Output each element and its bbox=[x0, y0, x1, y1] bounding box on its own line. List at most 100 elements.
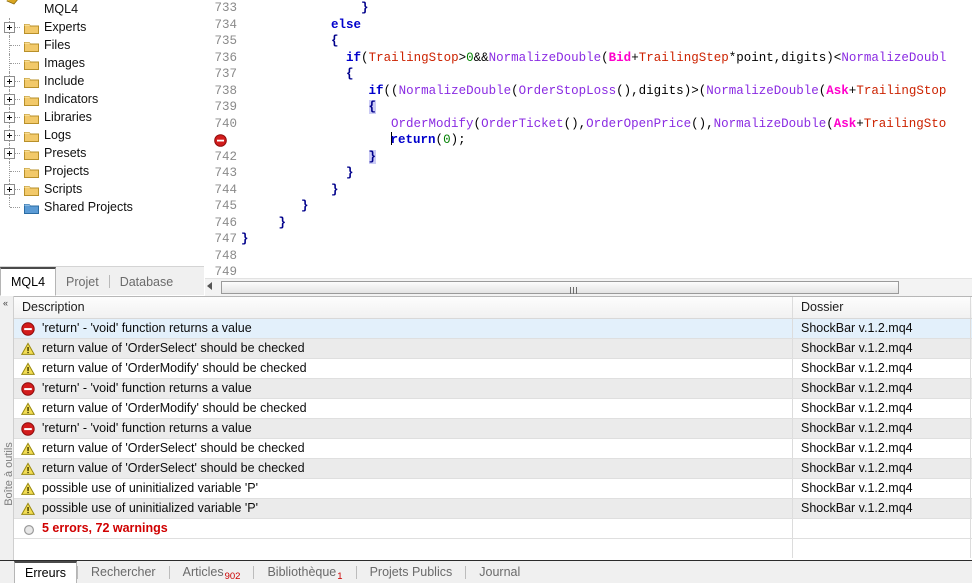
expand-plus-icon[interactable] bbox=[4, 22, 15, 33]
error-list-row[interactable]: return value of 'OrderSelect' should be … bbox=[14, 459, 972, 479]
toolbox-rail[interactable]: « Boîte à outils bbox=[0, 296, 14, 583]
code-line-text: } bbox=[241, 231, 249, 248]
tree-item-images[interactable]: Images bbox=[0, 54, 204, 72]
code-line[interactable]: 740 OrderModify(OrderTicket(),OrderOpenP… bbox=[205, 116, 972, 133]
toolbox-tab-articles[interactable]: Articles902 bbox=[170, 561, 254, 583]
error-description-text: return value of 'OrderSelect' should be … bbox=[42, 459, 305, 478]
error-list-row[interactable]: 5 errors, 72 warnings bbox=[14, 519, 972, 539]
expand-plus-icon[interactable] bbox=[4, 94, 15, 105]
navigator-panel: MQL4 ExpertsFilesImagesIncludeIndicators… bbox=[0, 0, 204, 266]
code-line[interactable]: 749 bbox=[205, 264, 972, 278]
tree-item-experts[interactable]: Experts bbox=[0, 18, 204, 36]
error-description-text: 'return' - 'void' function returns a val… bbox=[42, 379, 252, 398]
nav-tab-database[interactable]: Database bbox=[110, 268, 184, 296]
error-file-cell: ShockBar v.1.2.mq4 bbox=[793, 499, 971, 518]
error-list-row[interactable]: 'return' - 'void' function returns a val… bbox=[14, 319, 972, 339]
code-line[interactable]: 736 if(TrailingStop>0&&NormalizeDouble(B… bbox=[205, 50, 972, 67]
line-number: 748 bbox=[205, 248, 237, 265]
tree-tick-line bbox=[10, 171, 20, 173]
code-line[interactable]: 738 if((NormalizeDouble(OrderStopLoss(),… bbox=[205, 83, 972, 100]
code-token: ) bbox=[826, 51, 834, 65]
code-editor[interactable]: 733 }734 else735 {736 if(TrailingStop>0&… bbox=[205, 0, 972, 278]
info-icon bbox=[22, 523, 36, 537]
tree-tick-line bbox=[10, 45, 20, 47]
toolbox-tab-projets-publics[interactable]: Projets Publics bbox=[357, 561, 466, 583]
error-description-text: 'return' - 'void' function returns a val… bbox=[42, 319, 252, 338]
error-list-row[interactable]: return value of 'OrderSelect' should be … bbox=[14, 439, 972, 459]
column-header-description[interactable]: Description bbox=[14, 297, 793, 318]
folder-icon bbox=[24, 21, 39, 33]
code-line-text: } bbox=[241, 182, 339, 199]
code-token: ( bbox=[474, 117, 482, 131]
code-token bbox=[241, 51, 346, 65]
tree-item-projects[interactable]: Projects bbox=[0, 162, 204, 180]
tree-guide-line bbox=[9, 198, 11, 207]
expand-plus-icon[interactable] bbox=[4, 112, 15, 123]
scrollbar-thumb[interactable] bbox=[221, 281, 899, 294]
error-list-body[interactable]: 'return' - 'void' function returns a val… bbox=[14, 319, 972, 558]
code-token: ( bbox=[826, 117, 834, 131]
code-line[interactable]: return(0); bbox=[205, 132, 972, 149]
error-list-row[interactable]: possible use of uninitialized variable '… bbox=[14, 479, 972, 499]
tree-item-indicators[interactable]: Indicators bbox=[0, 90, 204, 108]
code-line[interactable]: 744 } bbox=[205, 182, 972, 199]
code-line[interactable]: 734 else bbox=[205, 17, 972, 34]
tree-root-mql4[interactable]: MQL4 bbox=[0, 0, 204, 18]
tree-item-label: Indicators bbox=[44, 90, 98, 108]
code-line[interactable]: 742 } bbox=[205, 149, 972, 166]
toolbox-tab-bibliothèque[interactable]: Bibliothèque1 bbox=[254, 561, 355, 583]
tree-item-include[interactable]: Include bbox=[0, 72, 204, 90]
code-line-text: if(TrailingStop>0&&NormalizeDouble(Bid+T… bbox=[241, 50, 946, 67]
toolbox-tab-rechercher[interactable]: Rechercher bbox=[78, 561, 169, 583]
tree-item-files[interactable]: Files bbox=[0, 36, 204, 54]
code-token bbox=[241, 67, 346, 81]
expand-plus-icon[interactable] bbox=[4, 76, 15, 87]
tree-item-presets[interactable]: Presets bbox=[0, 144, 204, 162]
line-number: 735 bbox=[205, 33, 237, 50]
expand-plus-icon[interactable] bbox=[4, 130, 15, 141]
chevron-left-icon[interactable]: « bbox=[3, 299, 8, 308]
toolbox-tab-journal[interactable]: Journal bbox=[466, 561, 533, 583]
error-marker-icon[interactable] bbox=[214, 134, 227, 147]
tree-item-logs[interactable]: Logs bbox=[0, 126, 204, 144]
error-list-row[interactable]: 'return' - 'void' function returns a val… bbox=[14, 419, 972, 439]
code-line[interactable]: 743 } bbox=[205, 165, 972, 182]
editor-horizontal-scrollbar[interactable] bbox=[205, 278, 972, 296]
code-line[interactable]: 739 { bbox=[205, 99, 972, 116]
nav-tab-mql4[interactable]: MQL4 bbox=[0, 267, 56, 296]
code-line[interactable]: 745 } bbox=[205, 198, 972, 215]
code-token: (( bbox=[384, 84, 399, 98]
tree-item-libraries[interactable]: Libraries bbox=[0, 108, 204, 126]
folder-icon bbox=[24, 165, 39, 177]
line-number: 747 bbox=[205, 231, 237, 248]
expand-plus-icon[interactable] bbox=[4, 148, 15, 159]
code-line[interactable]: 746 } bbox=[205, 215, 972, 232]
error-description-text: possible use of uninitialized variable '… bbox=[42, 479, 258, 498]
code-token: 0 bbox=[443, 133, 451, 147]
nav-tab-projet[interactable]: Projet bbox=[56, 268, 109, 296]
toolbox-tab-erreurs[interactable]: Erreurs bbox=[14, 561, 77, 583]
error-list-row[interactable]: return value of 'OrderSelect' should be … bbox=[14, 339, 972, 359]
error-list-row[interactable]: 'return' - 'void' function returns a val… bbox=[14, 379, 972, 399]
scroll-left-arrow-icon[interactable] bbox=[207, 282, 212, 290]
code-token: TrailingStep bbox=[639, 51, 729, 65]
scroll-grip-icon bbox=[570, 287, 578, 294]
code-lines[interactable]: 733 }734 else735 {736 if(TrailingStop>0&… bbox=[205, 0, 972, 278]
code-line[interactable]: 733 } bbox=[205, 0, 972, 17]
code-line[interactable]: 735 { bbox=[205, 33, 972, 50]
code-token: TrailingStop bbox=[856, 84, 946, 98]
code-token: NormalizeDoubl bbox=[841, 51, 946, 65]
error-list-row[interactable]: return value of 'OrderModify' should be … bbox=[14, 359, 972, 379]
code-line[interactable]: 737 { bbox=[205, 66, 972, 83]
code-line[interactable]: 747} bbox=[205, 231, 972, 248]
navigator-tree[interactable]: MQL4 ExpertsFilesImagesIncludeIndicators… bbox=[0, 0, 204, 216]
code-line[interactable]: 748 bbox=[205, 248, 972, 265]
error-list-row[interactable]: possible use of uninitialized variable '… bbox=[14, 499, 972, 519]
tree-item-scripts[interactable]: Scripts bbox=[0, 180, 204, 198]
expand-plus-icon[interactable] bbox=[4, 184, 15, 195]
error-list-row[interactable]: return value of 'OrderModify' should be … bbox=[14, 399, 972, 419]
tree-item-shared-projects[interactable]: Shared Projects bbox=[0, 198, 204, 216]
toolbox-tab-label: Erreurs bbox=[25, 566, 66, 580]
column-header-dossier[interactable]: Dossier bbox=[793, 297, 971, 318]
empty-cell bbox=[14, 539, 793, 558]
